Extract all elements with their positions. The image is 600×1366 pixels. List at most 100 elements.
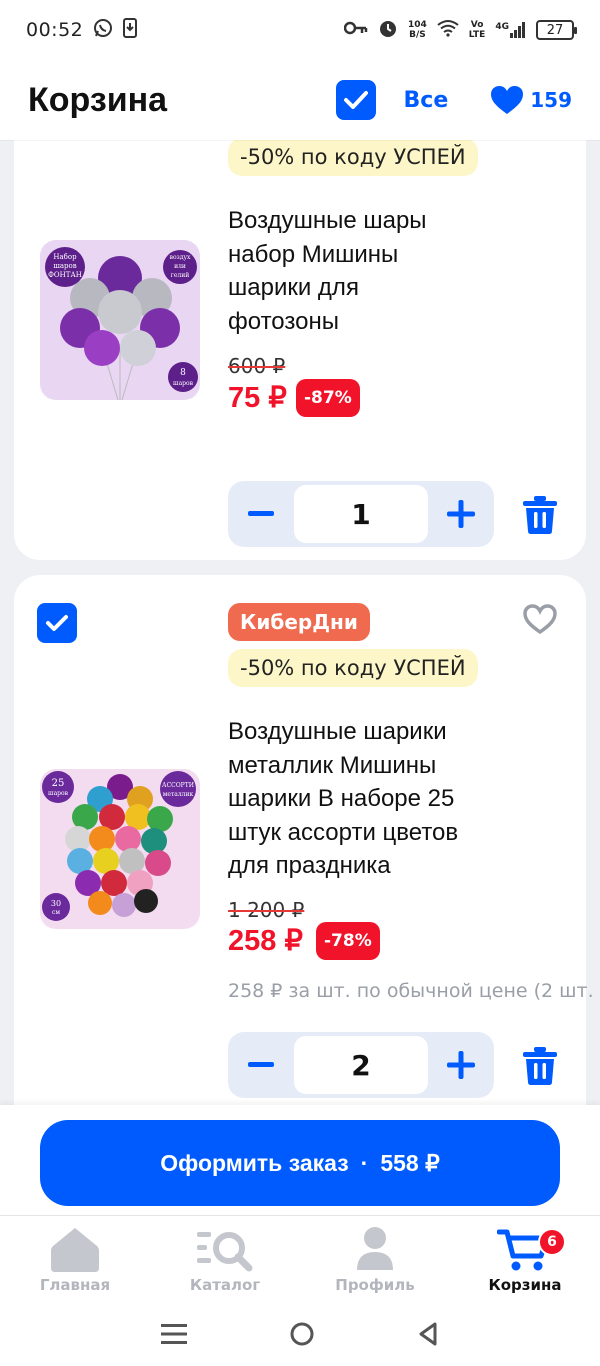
cart-count-badge: 6 [538,1228,566,1256]
promo-code-badge: -50% по коду УСПЕЙ [228,138,478,176]
nav-cart[interactable]: 6 Корзина [450,1216,600,1306]
bottom-navigation: Главная Каталог Профиль 6 Корзина [0,1215,600,1305]
quantity-value[interactable]: 1 [294,485,428,543]
nav-profile[interactable]: Профиль [300,1216,450,1306]
nav-label: Профиль [335,1276,415,1294]
check-icon [46,615,68,631]
current-price: 75 ₽ [228,382,287,414]
product-name-line: шарики В наборе 25 [228,785,455,812]
nav-label: Корзина [488,1276,562,1294]
regular-price-note: 258 ₽ за шт. по обычной цене (2 шт. [228,980,594,1002]
catalog-search-icon [197,1232,253,1272]
battery-indicator: 27 [536,20,577,40]
image-label-line: см [52,909,60,916]
system-navigation-bar [0,1305,600,1366]
image-label-line: шаров [173,380,194,387]
checkout-separator: · [360,1149,369,1176]
increase-quantity-button[interactable] [428,481,494,547]
image-label-line: ФОНТАН [48,271,82,279]
product-name-line: штук ассорти цветов [228,818,459,846]
delete-item-button[interactable] [520,493,560,537]
quantity-value[interactable]: 2 [294,1036,428,1094]
net-speed-value: 104 [408,20,427,30]
cart-item: -50% по коду УСПЕЙ Набор шаров ФОНТАН во… [14,100,586,560]
product-name-line: для праздника [228,852,391,879]
checkout-label: Оформить заказ [160,1149,349,1176]
image-label-line: шаров [48,790,69,797]
old-price: 1 200 ₽ [228,898,305,922]
decrease-quantity-button[interactable] [228,1032,294,1098]
net-speed-unit: B/S [409,30,426,40]
product-name[interactable]: Воздушные шарики металлик Мишины шарики … [228,715,568,883]
image-label-line: Набор [53,253,77,261]
wifi-icon [437,19,459,42]
product-name-line: шарики для [228,274,359,301]
status-bar: 00:52 104 B/S Vo LTE 4G 27 [0,0,600,60]
menu-icon[interactable] [161,1323,187,1349]
plus-icon [447,1051,475,1079]
decrease-quantity-button[interactable] [228,481,294,547]
select-all-checkbox[interactable] [335,80,376,120]
image-label-line: 25 [52,778,65,789]
product-name-line: фотозоны [228,307,339,335]
profile-icon [357,1227,393,1270]
product-name[interactable]: Воздушные шары набор Мишины шарики для ф… [228,204,568,338]
checkout-total: 558 ₽ [380,1149,440,1176]
select-all-label[interactable]: Все [404,88,449,113]
status-time: 00:52 [26,19,84,41]
volte-bottom: LTE [468,30,486,40]
quantity-stepper: 2 [228,1032,494,1098]
trash-icon [523,496,557,534]
product-name-line: набор Мишины [228,240,399,268]
increase-quantity-button[interactable] [428,1032,494,1098]
heart-icon [491,86,524,114]
image-label-line: или [174,263,186,270]
product-name-line: Воздушные шарики [228,718,447,745]
signal-icon: 4G [495,22,526,38]
minus-icon [248,511,274,516]
alarm-icon [378,18,398,43]
nav-home[interactable]: Главная [0,1216,150,1306]
home-icon [51,1228,99,1272]
plus-icon [447,500,475,528]
image-label-line: металлик [163,791,194,798]
heart-outline-icon [523,604,557,635]
promo-code-badge: -50% по коду УСПЕЙ [228,649,478,687]
image-label-line: АССОРТИ [162,782,194,789]
nav-label: Главная [39,1276,111,1294]
image-label-line: 8 [180,368,186,378]
favorites-button[interactable]: 159 [490,85,572,115]
image-label-line: шаров [53,262,76,270]
volte-top: Vo [470,20,484,30]
discount-badge: -78% [316,922,380,960]
product-name-line: Воздушные шары [228,207,427,234]
cart-item: КиберДни -50% по коду УСПЕЙ 25 шаров АСС… [14,575,594,1135]
volte-indicator: Vo LTE [469,20,486,40]
quantity-stepper: 1 [228,481,494,547]
back-icon[interactable] [417,1321,439,1351]
page-title: Корзина [28,80,168,119]
home-circle-icon[interactable] [289,1321,315,1351]
delete-item-button[interactable] [520,1044,560,1088]
net-speed: 104 B/S [408,20,427,40]
image-label-line: гелий [171,272,190,279]
product-image[interactable]: Набор шаров ФОНТАН воздух или гелий 8 ша… [40,240,200,400]
network-type: 4G [495,22,509,32]
download-icon [123,17,138,43]
old-price: 600 ₽ [228,354,286,378]
checkout-bar: Оформить заказ · 558 ₽ [0,1105,600,1215]
current-price: 258 ₽ [228,925,303,957]
checkout-button[interactable]: Оформить заказ · 558 ₽ [40,1120,560,1206]
item-checkbox[interactable] [37,603,77,643]
nav-catalog[interactable]: Каталог [150,1216,300,1306]
product-image[interactable]: 25 шаров АССОРТИ металлик 30 см [40,769,200,929]
discount-badge: -87% [296,379,360,417]
add-to-favorites-button[interactable] [522,603,558,637]
favorites-count: 159 [530,88,572,112]
sale-tag: КиберДни [228,603,370,641]
image-label-line: 30 [51,899,61,908]
product-name-line: металлик Мишины [228,751,437,779]
image-label-line: воздух [170,254,191,261]
trash-icon [523,1047,557,1085]
key-icon [343,19,368,41]
